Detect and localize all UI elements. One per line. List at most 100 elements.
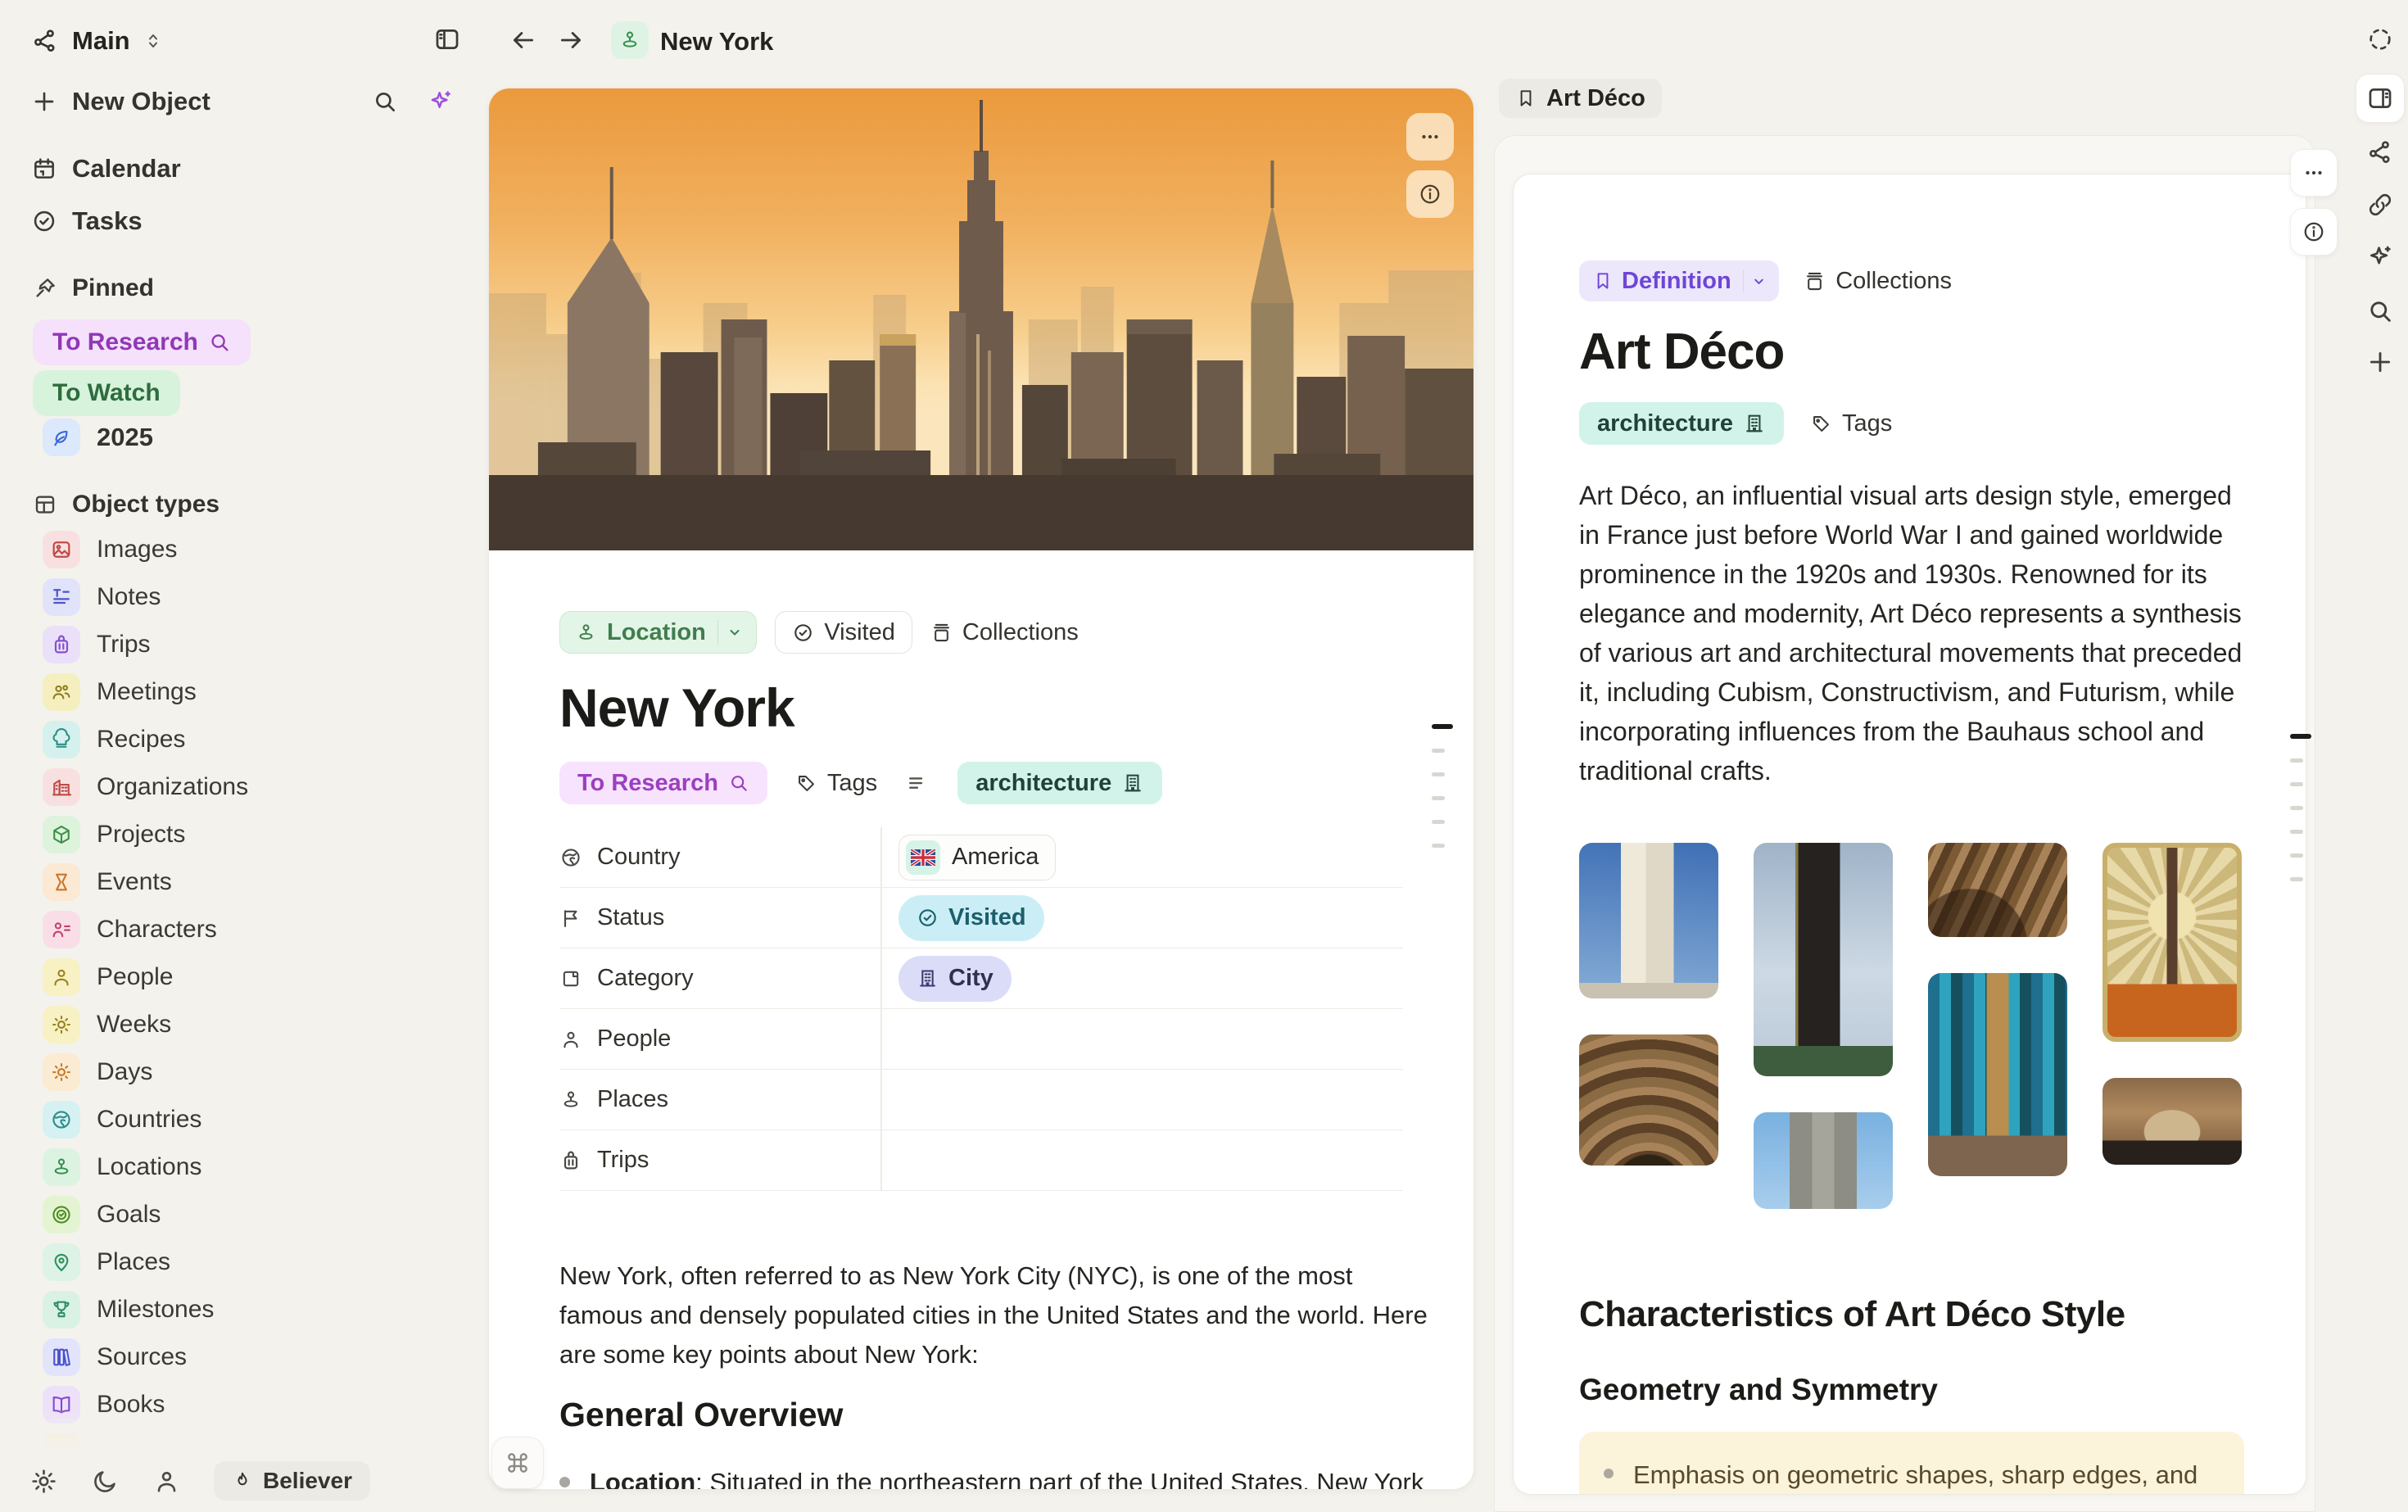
sidebar-item-countries[interactable]: Countries — [43, 1096, 468, 1143]
sidebar-item-organizations[interactable]: Organizations — [43, 763, 468, 811]
photo-white-tower[interactable] — [1579, 843, 1718, 998]
links-button[interactable] — [2356, 180, 2405, 229]
photo-gothic-tower[interactable] — [1754, 1112, 1893, 1209]
photo-blue-lobby[interactable] — [1928, 973, 2067, 1176]
sidebar-item-recipes[interactable]: Recipes — [43, 716, 468, 763]
sidebar-item-meetings[interactable]: Meetings — [43, 668, 468, 716]
property-label[interactable]: Places — [559, 1086, 880, 1113]
add-button[interactable] — [2356, 337, 2405, 387]
sidebar-item-places[interactable]: Places — [43, 1238, 468, 1286]
sidebar-item-trips[interactable]: Trips — [43, 621, 468, 668]
photo-gold-arches[interactable] — [1579, 1034, 1718, 1166]
photo-dark-skyscraper[interactable] — [1754, 843, 1893, 1076]
body-paragraph[interactable]: Art Déco, an influential visual arts des… — [1579, 476, 2247, 790]
collections-button[interactable]: Collections — [930, 619, 1079, 646]
graph-view-button[interactable] — [2356, 128, 2405, 177]
property-label[interactable]: Trips — [559, 1147, 880, 1174]
sidebar-item-milestones[interactable]: Milestones — [43, 1286, 468, 1333]
sidebar-item-goals[interactable]: Goals — [43, 1191, 468, 1238]
cover-image-nyc-skyline[interactable] — [489, 88, 1473, 550]
object-types-section-header[interactable]: Object types — [33, 487, 220, 523]
property-label[interactable]: People — [559, 1025, 880, 1053]
body-paragraph[interactable]: New York, often referred to as New York … — [559, 1256, 1428, 1374]
highlighted-bullet-block[interactable]: Emphasis on geometric shapes, sharp edge… — [1579, 1432, 2244, 1495]
sidebar-ai-button[interactable] — [423, 84, 459, 120]
photo-art-deco-poster[interactable] — [2102, 843, 2242, 1042]
right-outline-indicator[interactable] — [2290, 734, 2311, 881]
pinned-tag-to-research[interactable]: To Research — [559, 762, 767, 804]
main-outline-indicator[interactable] — [1432, 724, 1453, 848]
photo-vaulted-corridor[interactable] — [2102, 1078, 2242, 1165]
pinned-item-to-watch[interactable]: To Watch — [33, 370, 180, 416]
sidebar-item-notes[interactable]: Notes — [43, 573, 468, 621]
property-value[interactable]: Visited — [880, 895, 1403, 941]
sidebar-item-calendar[interactable]: Calendar — [31, 149, 181, 188]
workspace-switcher[interactable]: Main — [31, 23, 163, 59]
breadcrumb-type-icon — [611, 21, 649, 59]
status-chip-visited[interactable]: Visited — [775, 611, 912, 654]
keyboard-shortcuts-button[interactable] — [491, 1437, 544, 1489]
gear-icon[interactable] — [29, 1467, 58, 1496]
collections-button[interactable]: Collections — [1804, 268, 1952, 295]
type-selector-definition[interactable]: Definition — [1579, 260, 1779, 301]
breadcrumb[interactable]: New York — [660, 27, 773, 57]
characteristics-heading[interactable]: Characteristics of Art Déco Style — [1579, 1294, 2240, 1335]
tag-label: architecture — [1597, 410, 1733, 437]
ai-assistant-button[interactable] — [2356, 233, 2405, 282]
pinned-section-header[interactable]: Pinned — [33, 270, 154, 306]
search-button[interactable] — [2356, 287, 2405, 336]
status-value-chip[interactable]: Visited — [898, 895, 1044, 941]
property-label[interactable]: Status — [559, 904, 880, 931]
property-value[interactable]: City — [880, 956, 1403, 1002]
geometry-heading[interactable]: Geometry and Symmetry — [1579, 1373, 2240, 1407]
sync-status-button[interactable] — [2356, 15, 2405, 64]
profile-icon[interactable] — [152, 1467, 181, 1496]
tag-icon — [1810, 413, 1832, 435]
new-object-button[interactable]: New Object — [31, 82, 210, 121]
right-panel-tab-art-deco[interactable]: Art Déco — [1499, 79, 1662, 118]
membership-badge[interactable]: Believer — [214, 1461, 370, 1501]
sidebar-item-characters[interactable]: Characters — [43, 906, 468, 953]
type-selector-location[interactable]: Location — [559, 611, 757, 654]
toggle-right-panel-button[interactable] — [2356, 74, 2405, 123]
pinned-item-to-research[interactable]: To Research — [33, 319, 251, 365]
sidebar-item-locations[interactable]: Locations — [43, 1143, 468, 1191]
forward-button[interactable] — [552, 21, 590, 59]
bullet-item[interactable]: Location: Situated in the northeastern p… — [559, 1462, 1444, 1490]
property-value[interactable]: America — [880, 835, 1403, 880]
sidebar-item-weeks[interactable]: Weeks — [43, 1001, 468, 1048]
sidebar-search-button[interactable] — [367, 84, 403, 120]
photo-bronze-fan-detail[interactable] — [1928, 843, 2067, 937]
object-type-label: Goals — [97, 1201, 161, 1229]
right-card-info-button[interactable] — [2290, 208, 2338, 256]
people-icon — [43, 673, 80, 711]
sidebar-item-events[interactable]: Events — [43, 858, 468, 906]
sidebar-item-books[interactable]: Books — [43, 1381, 468, 1428]
sidebar-item-tasks[interactable]: Tasks — [31, 201, 143, 241]
category-value-chip[interactable]: City — [898, 956, 1012, 1002]
object-type-label: Projects — [97, 821, 185, 849]
sidebar-item-images[interactable]: Images — [43, 526, 468, 573]
cover-info-button[interactable] — [1406, 170, 1454, 218]
object-type-label: Organizations — [97, 773, 248, 801]
back-button[interactable] — [505, 21, 542, 59]
description-icon[interactable] — [905, 771, 930, 795]
sidebar-item-people[interactable]: People — [43, 953, 468, 1001]
sidebar-item-days[interactable]: Days — [43, 1048, 468, 1096]
sidebar-item-sources[interactable]: Sources — [43, 1333, 468, 1381]
right-card-menu-button[interactable] — [2290, 149, 2338, 197]
property-label[interactable]: Category — [559, 965, 880, 992]
tag-architecture[interactable]: architecture — [1579, 402, 1784, 445]
moon-icon[interactable] — [91, 1467, 120, 1496]
property-row-status: Status Visited — [559, 888, 1403, 948]
pinned-item-2025[interactable]: 2025 — [43, 414, 153, 460]
tags-property-button[interactable]: Tags — [1810, 410, 1892, 437]
tag-architecture[interactable]: architecture — [957, 762, 1162, 804]
country-value-chip[interactable]: America — [898, 835, 1056, 880]
section-heading[interactable]: General Overview — [559, 1396, 1403, 1434]
sidebar-collapse-button[interactable] — [429, 21, 465, 57]
cover-menu-button[interactable] — [1406, 113, 1454, 161]
property-label[interactable]: Country — [559, 844, 880, 871]
sidebar-item-projects[interactable]: Projects — [43, 811, 468, 858]
tags-property-button[interactable]: Tags — [795, 770, 877, 797]
